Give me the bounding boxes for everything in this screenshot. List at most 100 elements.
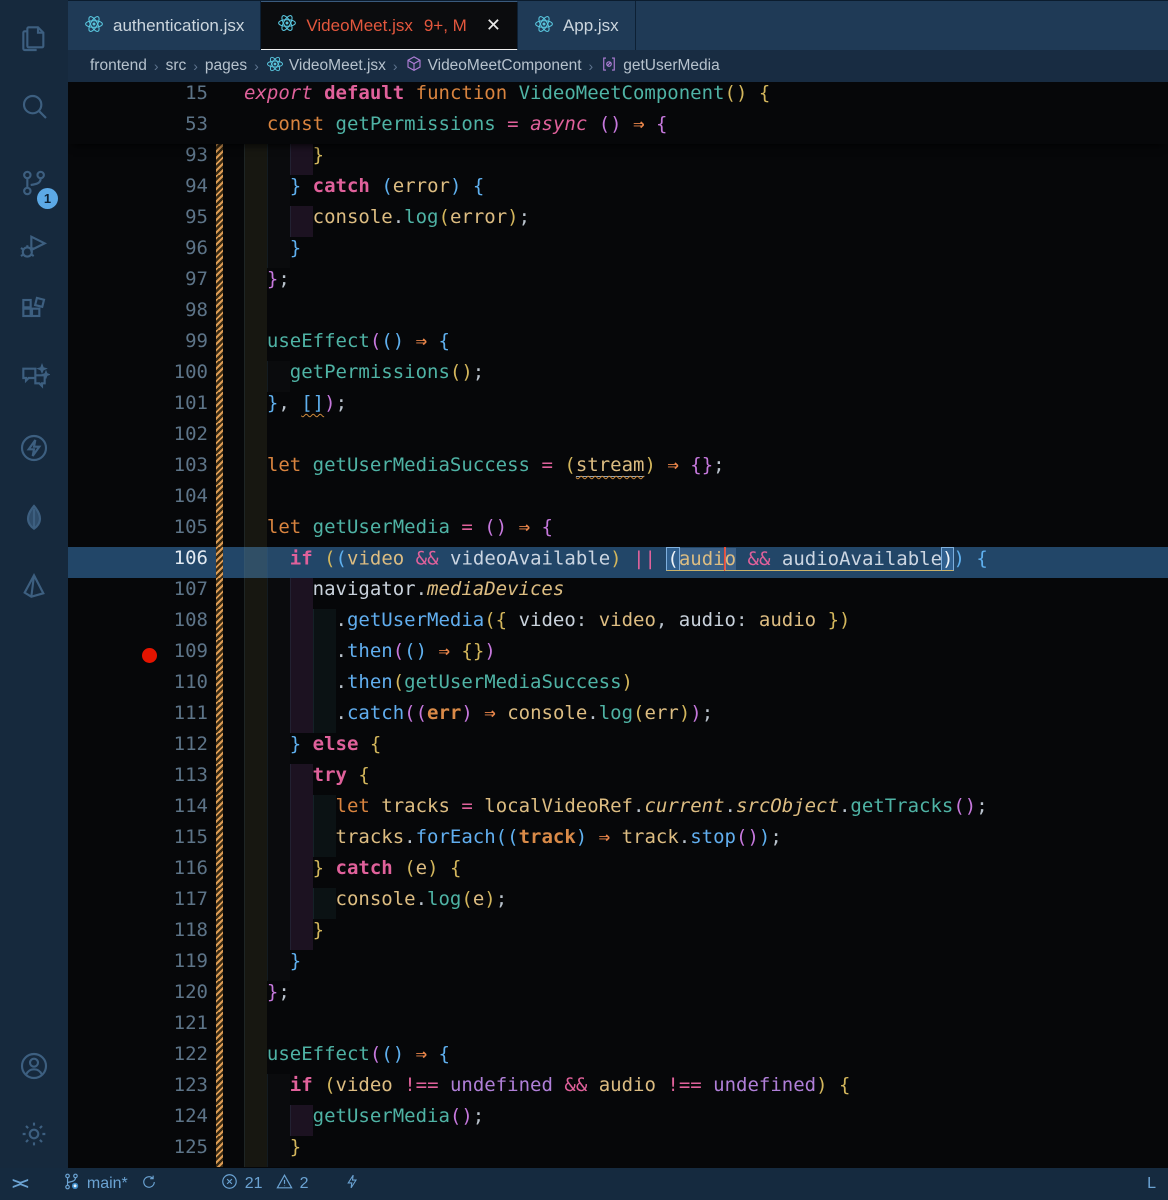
- line-number[interactable]: 15: [68, 82, 216, 113]
- code-text[interactable]: .catch((err) ⇒ console.log(err));: [223, 702, 1168, 733]
- code-text[interactable]: };: [223, 268, 1168, 299]
- line-number[interactable]: 119: [68, 950, 216, 981]
- code-line[interactable]: 119 }: [68, 950, 1168, 981]
- code-line[interactable]: 115 tracks.forEach((track) ⇒ track.stop(…: [68, 826, 1168, 857]
- code-line[interactable]: 118 }: [68, 919, 1168, 950]
- line-number[interactable]: 113: [68, 764, 216, 795]
- code-text[interactable]: .getUserMedia({ video: video, audio: aud…: [223, 609, 1168, 640]
- code-text[interactable]: useEffect(() ⇒ {: [223, 1043, 1168, 1074]
- line-number[interactable]: 110: [68, 671, 216, 702]
- breadcrumb-item-pages[interactable]: pages: [205, 57, 247, 75]
- code-text[interactable]: getUserMedia();: [223, 1105, 1168, 1136]
- code-line[interactable]: 125 }: [68, 1136, 1168, 1167]
- extensions-icon[interactable]: [0, 282, 68, 338]
- line-number[interactable]: 106: [68, 547, 216, 578]
- code-text[interactable]: navigator.mediaDevices: [223, 578, 1168, 609]
- mongodb-icon[interactable]: [0, 490, 68, 546]
- code-line[interactable]: 93 }: [68, 144, 1168, 175]
- code-line[interactable]: 102: [68, 423, 1168, 454]
- line-number[interactable]: 108: [68, 609, 216, 640]
- code-text[interactable]: } catch (error) {: [223, 175, 1168, 206]
- line-number[interactable]: 102: [68, 423, 216, 454]
- code-text[interactable]: [223, 1012, 1168, 1043]
- line-number[interactable]: 105: [68, 516, 216, 547]
- code-line[interactable]: 101 }, []);: [68, 392, 1168, 423]
- line-number[interactable]: 104: [68, 485, 216, 516]
- code-line[interactable]: 95 console.log(error);: [68, 206, 1168, 237]
- branch-indicator[interactable]: main*: [62, 1172, 158, 1196]
- line-number[interactable]: 125: [68, 1136, 216, 1167]
- code-line[interactable]: 117 console.log(e);: [68, 888, 1168, 919]
- code-line[interactable]: 124 getUserMedia();: [68, 1105, 1168, 1136]
- code-text[interactable]: .then(() ⇒ {}): [223, 640, 1168, 671]
- line-number[interactable]: 95: [68, 206, 216, 237]
- thunder-client-icon[interactable]: [0, 420, 68, 476]
- code-text[interactable]: getPermissions();: [223, 361, 1168, 392]
- code-line[interactable]: 111 .catch((err) ⇒ console.log(err));: [68, 702, 1168, 733]
- code-line[interactable]: 109 .then(() ⇒ {}): [68, 640, 1168, 671]
- code-text[interactable]: } else {: [223, 733, 1168, 764]
- line-number[interactable]: 117: [68, 888, 216, 919]
- source-control-icon[interactable]: 1: [0, 155, 68, 211]
- code-text[interactable]: const getPermissions = async () ⇒ {: [223, 113, 1168, 144]
- line-number[interactable]: 99: [68, 330, 216, 361]
- line-number[interactable]: 122: [68, 1043, 216, 1074]
- code-line[interactable]: 110 .then(getUserMediaSuccess): [68, 671, 1168, 702]
- line-number[interactable]: 96: [68, 237, 216, 268]
- code-line[interactable]: 123 if (video !== undefined && audio !==…: [68, 1074, 1168, 1105]
- code-text[interactable]: export default function VideoMeetCompone…: [223, 82, 1168, 113]
- code-line[interactable]: 98: [68, 299, 1168, 330]
- code-line[interactable]: 99 useEffect(() ⇒ {: [68, 330, 1168, 361]
- code-line[interactable]: 114 let tracks = localVideoRef.current.s…: [68, 795, 1168, 826]
- code-line[interactable]: 107 navigator.mediaDevices: [68, 578, 1168, 609]
- breadcrumb-item-method[interactable]: getUserMedia: [600, 55, 720, 78]
- code-text[interactable]: try {: [223, 764, 1168, 795]
- code-text[interactable]: tracks.forEach((track) ⇒ track.stop());: [223, 826, 1168, 857]
- code-text[interactable]: useEffect(() ⇒ {: [223, 330, 1168, 361]
- code-line[interactable]: 120 };: [68, 981, 1168, 1012]
- code-text[interactable]: } catch (e) {: [223, 857, 1168, 888]
- code-line[interactable]: 106 if ((video && videoAvailable) || (au…: [68, 546, 1168, 578]
- line-number[interactable]: 115: [68, 826, 216, 857]
- tab-authentication[interactable]: authentication.jsx: [68, 1, 262, 51]
- code-line[interactable]: 100 getPermissions();: [68, 361, 1168, 392]
- code-text[interactable]: }: [223, 1136, 1168, 1167]
- breadcrumb-item-src[interactable]: src: [166, 57, 187, 75]
- problems-indicator[interactable]: 21 2: [220, 1172, 308, 1196]
- code-text[interactable]: let tracks = localVideoRef.current.srcOb…: [223, 795, 1168, 826]
- code-line[interactable]: 103 let getUserMediaSuccess = (stream) ⇒…: [68, 454, 1168, 485]
- code-text[interactable]: if (video !== undefined && audio !== und…: [223, 1074, 1168, 1105]
- code-text[interactable]: }: [223, 237, 1168, 268]
- search-icon[interactable]: [0, 78, 68, 134]
- code-text[interactable]: [223, 485, 1168, 516]
- code-line[interactable]: 113 try {: [68, 764, 1168, 795]
- tab-videomeet-active[interactable]: VideoMeet.jsx 9+, M ✕: [261, 1, 518, 51]
- tab-app[interactable]: App.jsx: [518, 1, 636, 51]
- line-number[interactable]: 118: [68, 919, 216, 950]
- code-line[interactable]: 53 const getPermissions = async () ⇒ {: [68, 113, 1168, 144]
- code-line[interactable]: 104: [68, 485, 1168, 516]
- breadcrumb-item-file[interactable]: VideoMeet.jsx: [266, 55, 386, 78]
- code-text[interactable]: }: [223, 919, 1168, 950]
- line-number[interactable]: 111: [68, 702, 216, 733]
- code-line[interactable]: 105 let getUserMedia = () ⇒ {: [68, 516, 1168, 547]
- code-line[interactable]: 94 } catch (error) {: [68, 175, 1168, 206]
- code-editor[interactable]: 15 export default function VideoMeetCompo…: [68, 82, 1168, 1168]
- line-number[interactable]: 114: [68, 795, 216, 826]
- code-text[interactable]: }: [223, 950, 1168, 981]
- line-number[interactable]: 116: [68, 857, 216, 888]
- breadcrumb-item-frontend[interactable]: frontend: [90, 57, 147, 75]
- line-number[interactable]: 53: [68, 113, 216, 144]
- code-text[interactable]: let getUserMediaSuccess = (stream) ⇒ {};: [223, 454, 1168, 485]
- breadcrumb-item-component[interactable]: VideoMeetComponent: [405, 55, 582, 78]
- line-number[interactable]: 94: [68, 175, 216, 206]
- run-debug-icon[interactable]: [0, 218, 68, 274]
- code-text[interactable]: }, []);: [223, 392, 1168, 423]
- line-number[interactable]: 103: [68, 454, 216, 485]
- code-text[interactable]: [223, 423, 1168, 454]
- line-number[interactable]: 109: [68, 640, 216, 671]
- line-number[interactable]: 107: [68, 578, 216, 609]
- cursor-position[interactable]: L: [1147, 1175, 1156, 1193]
- breakpoint-icon[interactable]: [142, 648, 157, 663]
- files-icon[interactable]: [0, 10, 68, 66]
